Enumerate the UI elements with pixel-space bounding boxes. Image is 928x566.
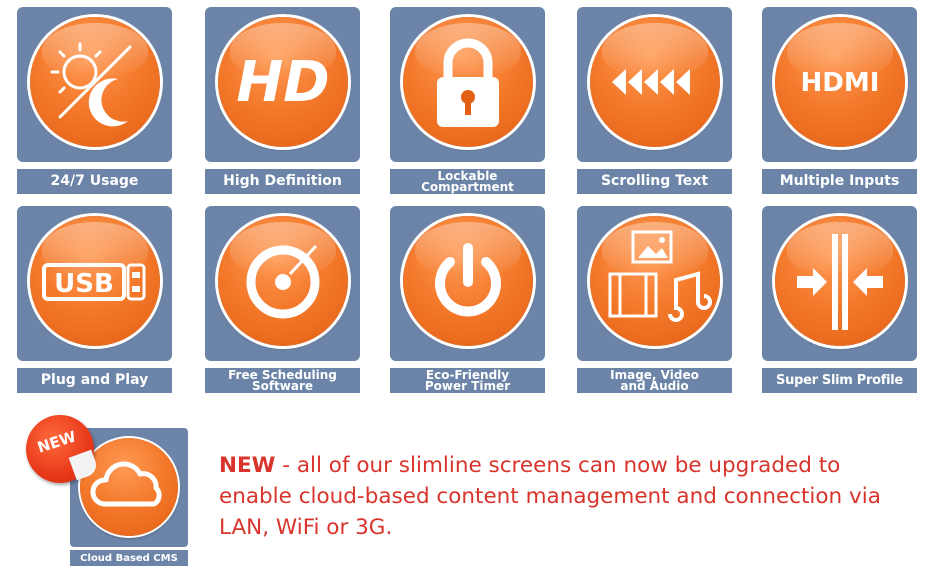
feature-label: Multiple Inputs bbox=[762, 169, 917, 194]
feature-label: Free Scheduling Software bbox=[205, 368, 360, 393]
scrolling-arrows-icon bbox=[612, 69, 690, 95]
feature-label: Scrolling Text bbox=[577, 169, 732, 194]
hdmi-icon-text: HDMI bbox=[801, 68, 880, 98]
announcement-bold: NEW bbox=[219, 453, 276, 478]
padlock-icon bbox=[437, 38, 499, 127]
hd-icon: HD bbox=[236, 50, 329, 115]
feature-label: Super Slim Profile bbox=[762, 368, 917, 393]
feature-tile-media: Image, Video and Audio bbox=[577, 206, 732, 393]
feature-tile-24-7-usage: 24/7 Usage bbox=[17, 7, 172, 194]
feature-label: Plug and Play bbox=[17, 368, 172, 393]
disc-icon bbox=[246, 244, 320, 319]
cms-label: Cloud Based CMS bbox=[70, 550, 188, 566]
usb-icon: USB bbox=[42, 263, 146, 301]
feature-tile-high-definition: HD High Definition bbox=[205, 7, 360, 194]
cloud-icon bbox=[90, 461, 162, 507]
announcement-text: - all of our slimline screens can now be… bbox=[219, 453, 881, 540]
media-icon bbox=[608, 230, 712, 322]
usb-icon-text: USB bbox=[54, 269, 114, 299]
sun-moon-icon bbox=[50, 42, 132, 127]
feature-label: 24/7 Usage bbox=[17, 169, 172, 194]
feature-label: High Definition bbox=[205, 169, 360, 194]
feature-tile-scrolling-text: Scrolling Text bbox=[577, 7, 732, 194]
new-badge-text: NEW bbox=[35, 427, 79, 457]
cms-announcement: NEW - all of our slimline screens can no… bbox=[219, 450, 919, 543]
feature-tile-scheduling: Free Scheduling Software bbox=[205, 206, 360, 393]
new-badge: NEW bbox=[26, 415, 94, 483]
feature-label: Lockable Compartment bbox=[390, 169, 545, 194]
power-icon bbox=[435, 243, 501, 317]
slim-profile-icon bbox=[797, 234, 883, 330]
feature-label: Eco-Friendly Power Timer bbox=[390, 368, 545, 393]
feature-tile-lockable: Lockable Compartment bbox=[390, 7, 545, 194]
feature-tile-slim-profile: Super Slim Profile bbox=[762, 206, 917, 393]
feature-tile-multiple-inputs: HDMI Multiple Inputs bbox=[762, 7, 917, 194]
hdmi-icon: HDMI bbox=[801, 68, 880, 98]
feature-tile-plug-and-play: USB Plug and Play bbox=[17, 206, 172, 393]
feature-label: Image, Video and Audio bbox=[577, 368, 732, 393]
feature-tile-power-timer: Eco-Friendly Power Timer bbox=[390, 206, 545, 393]
hd-icon-text: HD bbox=[236, 50, 329, 115]
